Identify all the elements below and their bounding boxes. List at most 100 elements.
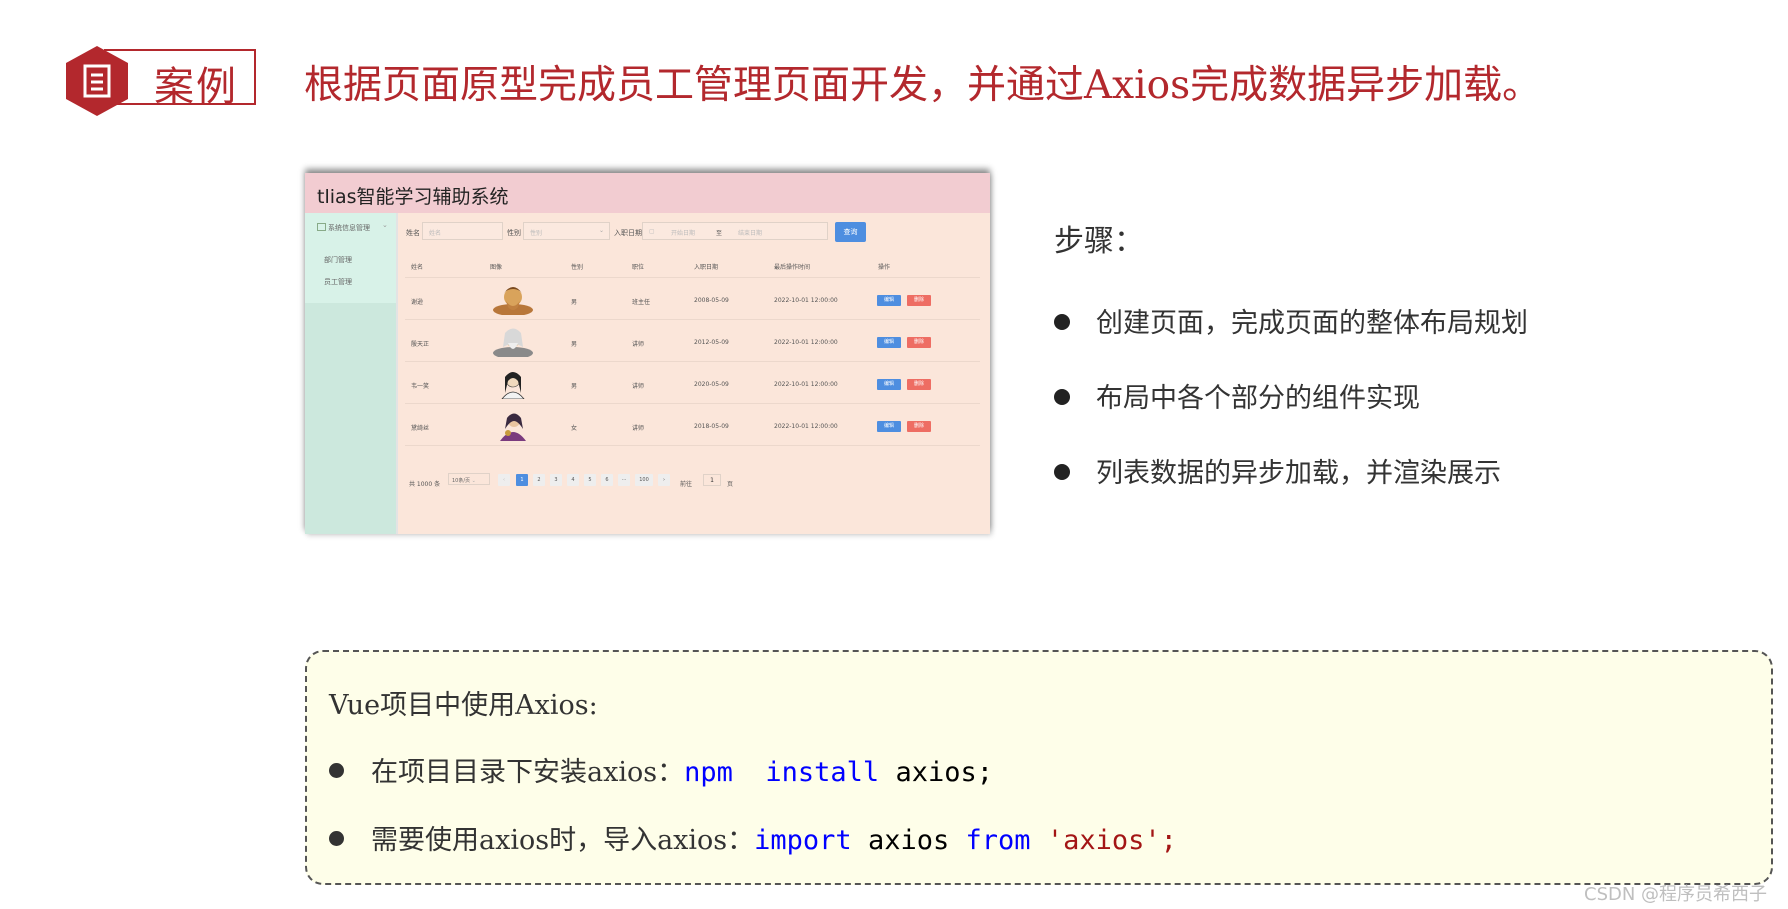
bullet-icon xyxy=(329,763,344,778)
gender-filter-label: 性别 xyxy=(507,229,521,237)
delete-button[interactable]: 删除 xyxy=(907,421,931,432)
edit-button[interactable]: 编辑 xyxy=(877,295,901,306)
col-gender: 性别 xyxy=(571,264,584,271)
col-entry-date: 入职日期 xyxy=(694,264,719,271)
app-title: tlias智能学习辅助系统 xyxy=(317,186,509,208)
col-job: 职位 xyxy=(632,264,645,271)
date-range-picker[interactable]: ▢ 开始日期 至 结束日期 xyxy=(642,222,828,240)
calendar-icon: ▢ xyxy=(649,228,655,235)
edit-button[interactable]: 编辑 xyxy=(877,421,901,432)
page-button[interactable]: 2 xyxy=(533,474,545,486)
daiqisi-avatar xyxy=(500,413,526,441)
cell-job: 班主任 xyxy=(632,299,651,306)
date-filter-label: 入职日期 xyxy=(614,229,642,237)
cell-gender: 男 xyxy=(571,383,578,390)
row-divider xyxy=(405,319,980,320)
cell-job: 讲师 xyxy=(632,383,645,390)
name-filter-label: 姓名 xyxy=(406,229,420,237)
date-range-separator: 至 xyxy=(716,230,723,237)
cell-entry-date: 2018-05-09 xyxy=(694,423,729,430)
sidebar-item-dept[interactable]: 部门管理 xyxy=(324,255,352,265)
app-header: tlias智能学习辅助系统 xyxy=(305,173,990,213)
date-end-placeholder: 结束日期 xyxy=(738,230,763,237)
row-divider xyxy=(405,403,980,404)
cell-name: 韦一笑 xyxy=(411,383,430,390)
delete-button[interactable]: 删除 xyxy=(907,337,931,348)
prev-page-button[interactable]: ‹ xyxy=(498,474,510,486)
row-divider xyxy=(405,445,980,446)
badge-label: 案例 xyxy=(154,64,238,110)
app-mockup: tlias智能学习辅助系统 系统信息管理 ⌄ 部门管理 员工管理 姓名 姓名 性… xyxy=(305,173,990,534)
cell-gender: 男 xyxy=(571,299,578,306)
code-npm: npm xyxy=(684,757,733,788)
page-button[interactable]: 1 xyxy=(516,474,528,486)
col-image: 图像 xyxy=(490,264,503,271)
page-button[interactable]: 3 xyxy=(550,474,562,486)
step-text: 列表数据的异步加载，并渲染展示 xyxy=(1096,458,1501,489)
import-line: 需要使用axios时，导入axios：import axios from 'ax… xyxy=(329,818,1177,857)
cell-job: 讲师 xyxy=(632,341,645,348)
sidebar-item-emp[interactable]: 员工管理 xyxy=(324,277,352,287)
steps-heading: 步骤： xyxy=(1054,224,1144,259)
cell-entry-date: 2008-05-09 xyxy=(694,297,729,304)
cell-job: 讲师 xyxy=(632,425,645,432)
mail-icon xyxy=(317,223,326,231)
page-button[interactable]: 5 xyxy=(584,474,596,486)
gender-filter-placeholder: 性别 xyxy=(530,230,543,237)
bullet-icon xyxy=(329,831,344,846)
chevron-down-icon: ⌄ xyxy=(471,478,476,484)
next-page-button[interactable]: › xyxy=(658,474,670,486)
cell-update-time: 2022-10-01 12:00:00 xyxy=(774,297,838,304)
watermark: CSDN @程序员希西子 xyxy=(1584,884,1768,905)
step-text: 创建页面，完成页面的整体布局规划 xyxy=(1096,308,1528,339)
sidebar: 系统信息管理 ⌄ 部门管理 员工管理 xyxy=(305,213,398,534)
weiyixiao-avatar xyxy=(501,372,525,399)
install-text: 在项目目录下安装axios： xyxy=(371,757,685,788)
edit-button[interactable]: 编辑 xyxy=(877,337,901,348)
bullet-icon xyxy=(1054,388,1070,405)
edit-button[interactable]: 编辑 xyxy=(877,379,901,390)
goto-page-input[interactable]: 1 xyxy=(703,474,721,486)
goto-suffix: 页 xyxy=(727,481,734,488)
code-from: from xyxy=(965,825,1031,856)
bullet-icon xyxy=(1054,463,1070,480)
page-size-select[interactable]: 10条/页 ⌄ xyxy=(448,473,490,485)
cell-name: 谢逊 xyxy=(411,299,424,306)
page-button[interactable]: 100 xyxy=(635,474,653,486)
step-text: 布局中各个部分的组件实现 xyxy=(1096,383,1420,414)
step-item: 布局中各个部分的组件实现 xyxy=(1054,376,1420,415)
code-import: import xyxy=(754,825,852,856)
delete-button[interactable]: 删除 xyxy=(907,379,931,390)
col-name: 姓名 xyxy=(411,264,424,271)
query-button[interactable]: 查询 xyxy=(835,222,866,242)
date-start-placeholder: 开始日期 xyxy=(671,230,696,237)
sidebar-group-system[interactable]: 系统信息管理 xyxy=(328,223,370,233)
cell-update-time: 2022-10-01 12:00:00 xyxy=(774,339,838,346)
cell-update-time: 2022-10-01 12:00:00 xyxy=(774,381,838,388)
page-button[interactable]: 4 xyxy=(567,474,579,486)
cell-gender: 男 xyxy=(571,341,578,348)
table-divider xyxy=(405,277,980,278)
import-text: 需要使用axios时，导入axios： xyxy=(371,825,755,856)
chevron-down-icon: ⌄ xyxy=(382,221,388,229)
pagination-total: 共 1000 条 xyxy=(409,481,441,488)
code-module-string: 'axios'; xyxy=(1046,825,1177,856)
col-update-time: 最后操作时间 xyxy=(774,264,811,271)
page-button[interactable]: 6 xyxy=(601,474,613,486)
cell-name: 殷天正 xyxy=(411,341,430,348)
case-badge: 案例 xyxy=(64,46,260,116)
col-actions: 操作 xyxy=(878,264,891,271)
page-ellipsis[interactable]: ··· xyxy=(618,474,630,486)
step-item: 创建页面，完成页面的整体布局规划 xyxy=(1054,301,1528,340)
delete-button[interactable]: 删除 xyxy=(907,295,931,306)
name-filter-input[interactable]: 姓名 xyxy=(422,222,503,240)
cell-entry-date: 2012-05-09 xyxy=(694,339,729,346)
document-icon xyxy=(66,46,128,116)
code-install: install xyxy=(765,757,880,788)
code-axios: axios; xyxy=(895,757,993,788)
row-divider xyxy=(405,361,980,362)
chevron-down-icon: ⌄ xyxy=(598,227,604,234)
code-axios-id: axios xyxy=(867,825,950,856)
gender-filter-select[interactable]: 性别 ⌄ xyxy=(523,222,610,240)
page-size-value: 10条/页 xyxy=(452,478,471,484)
